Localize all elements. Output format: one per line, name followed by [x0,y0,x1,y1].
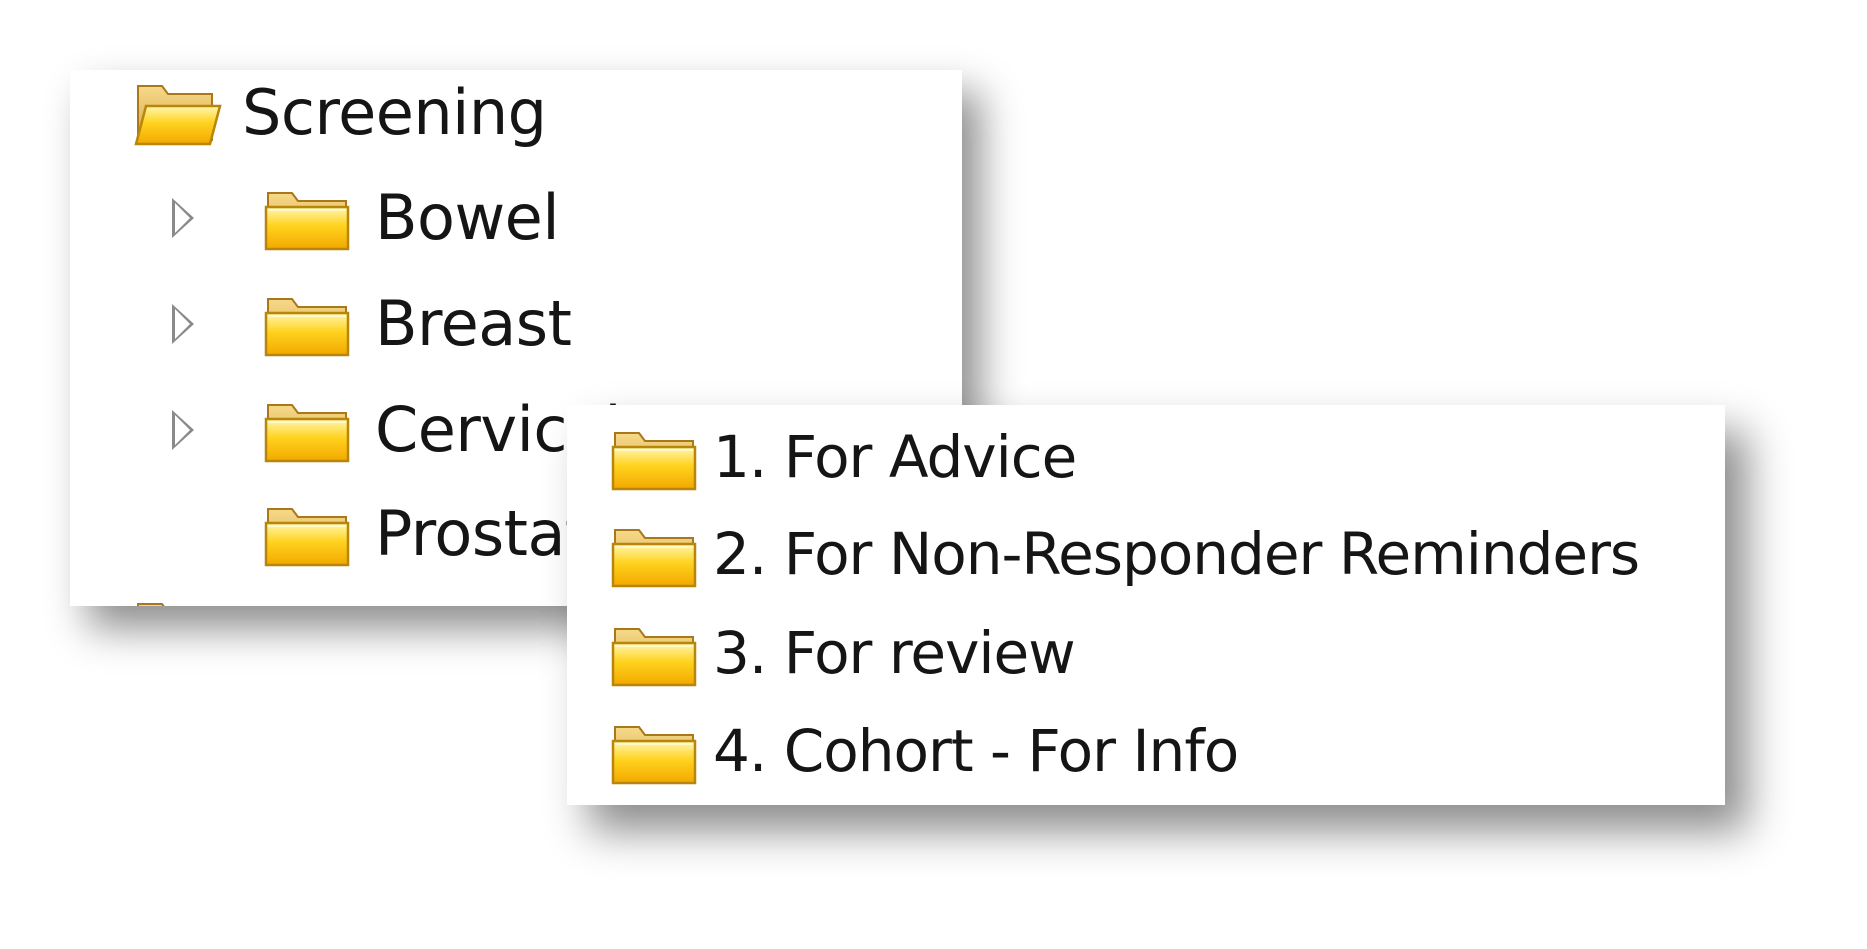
subfolder-label: 3. For review [713,619,1076,687]
open-folder-icon [132,78,222,148]
subfolder-list-panel: 1. For Advice 2. For Non-Responder Remin… [567,405,1725,805]
folder-icon [609,520,699,590]
tree-node-bowel[interactable]: Bowel [70,178,962,258]
tree-node-breast[interactable]: Breast [70,284,962,364]
folder-icon [609,619,699,689]
folder-icon [262,183,352,253]
subfolder-non-responder-reminders[interactable]: 2. For Non-Responder Reminders [567,514,1725,594]
tree-node-screening[interactable]: Screening [70,73,962,153]
folder-icon [609,423,699,493]
folder-icon [262,395,352,465]
expand-arrow-icon[interactable] [172,304,194,344]
folder-icon [262,289,352,359]
subfolder-for-review[interactable]: 3. For review [567,613,1725,693]
tree-node-label: Screening [242,76,547,149]
folder-icon [262,499,352,569]
tree-node-label: Bowel [375,181,560,254]
subfolder-label: 2. For Non-Responder Reminders [713,520,1640,588]
subfolder-cohort-for-info[interactable]: 4. Cohort - For Info [567,711,1725,791]
tree-node-label: Breast [375,287,572,360]
subfolder-for-advice[interactable]: 1. For Advice [567,417,1725,497]
folder-icon [609,717,699,787]
subfolder-label: 4. Cohort - For Info [713,717,1239,785]
folder-icon [132,594,222,606]
expand-arrow-icon[interactable] [172,198,194,238]
expand-arrow-icon[interactable] [172,410,194,450]
subfolder-label: 1. For Advice [713,423,1077,491]
